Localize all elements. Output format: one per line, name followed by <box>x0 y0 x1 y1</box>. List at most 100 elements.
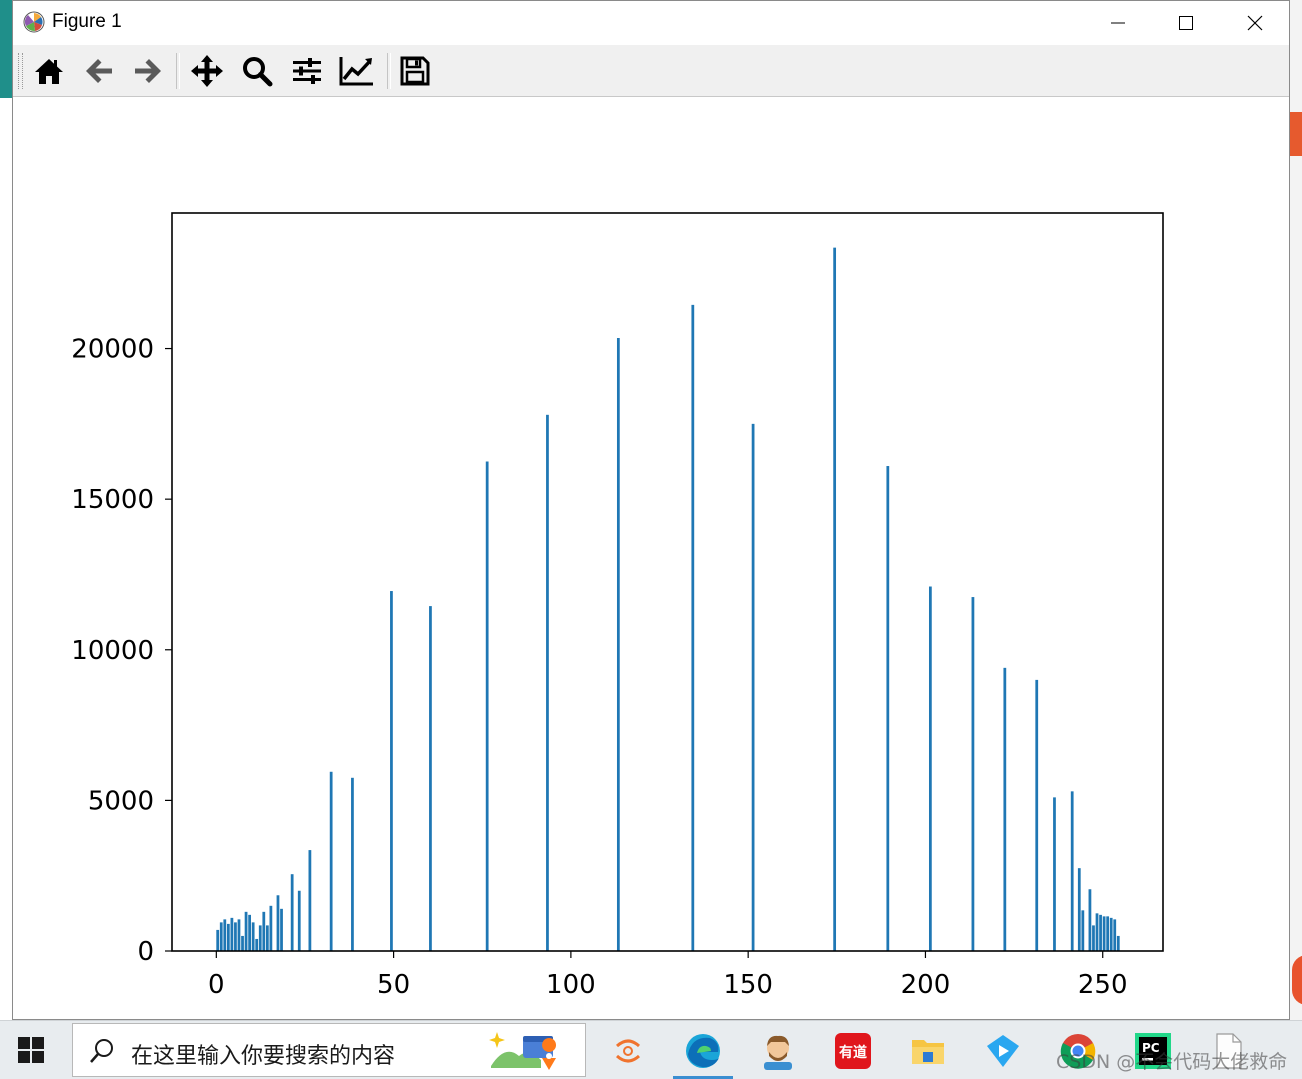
histogram-bar <box>1099 914 1102 951</box>
histogram-bar <box>1106 916 1110 951</box>
x-tick-label: 100 <box>546 970 596 1000</box>
avatar-app-icon <box>764 1035 792 1070</box>
histogram-bar <box>255 938 259 951</box>
histogram-bar <box>1102 916 1106 951</box>
taskbar-edge[interactable] <box>681 1029 725 1073</box>
save-icon <box>400 56 430 86</box>
histogram-bar <box>230 917 234 951</box>
histogram-bar <box>276 895 280 951</box>
x-tick-label: 0 <box>208 970 225 1000</box>
histogram-bar <box>226 923 230 951</box>
forward-arrow-icon <box>135 59 161 83</box>
taskbar-youdao[interactable]: 有道 <box>831 1029 875 1073</box>
video-app-icon <box>987 1035 1019 1067</box>
histogram-bar <box>1116 935 1120 951</box>
title-bar[interactable]: Figure 1 <box>13 1 1289 45</box>
search-highlight-icon <box>489 1032 557 1070</box>
histogram-chart[interactable]: 0 50 100 150 200 250 0 5000 10000 15000 20000 <box>13 97 1289 1019</box>
app-orange-icon <box>615 1039 641 1063</box>
histogram-bar <box>1092 925 1095 951</box>
histogram-bar <box>429 606 432 951</box>
histogram-bar <box>833 247 837 952</box>
windows-logo-icon <box>18 1037 44 1063</box>
maximize-icon <box>1179 16 1193 30</box>
y-tick-label: 0 <box>137 937 154 967</box>
histogram-bar <box>1003 667 1007 951</box>
histogram-bar <box>234 922 237 951</box>
histogram-bar <box>1113 919 1117 951</box>
home-icon <box>35 59 63 84</box>
back-arrow-icon <box>86 59 112 83</box>
histogram-bar <box>351 777 354 951</box>
axes-frame <box>171 212 1164 952</box>
histogram-bar <box>1088 889 1092 951</box>
histogram-bar <box>616 338 620 951</box>
home-button[interactable] <box>29 51 69 91</box>
histogram-bar <box>244 911 248 951</box>
y-tick-label: 5000 <box>88 786 154 816</box>
toolbar-separator <box>176 53 180 89</box>
histogram-bar <box>241 935 244 951</box>
edit-axis-button[interactable] <box>337 51 377 91</box>
histogram-bar <box>390 591 393 951</box>
histogram-bar <box>1053 797 1056 951</box>
close-icon <box>1247 15 1263 31</box>
figure-canvas[interactable]: 0 50 100 150 200 250 0 5000 10000 15000 20000 <box>13 97 1289 1019</box>
edit-axis-icon <box>339 57 373 86</box>
pan-icon <box>191 55 223 87</box>
configure-subplots-button[interactable] <box>287 51 327 91</box>
histogram-bar <box>262 911 266 951</box>
search-icon <box>90 1039 113 1063</box>
save-button[interactable] <box>395 51 435 91</box>
histogram-bar <box>546 414 549 951</box>
x-tick-label: 200 <box>901 970 951 1000</box>
x-tick-label: 250 <box>1078 970 1128 1000</box>
histogram-bar <box>280 908 283 951</box>
histogram-bar <box>258 925 262 951</box>
histogram-bar <box>1070 791 1074 951</box>
x-tick-label: 50 <box>377 970 410 1000</box>
svg-text:有道: 有道 <box>839 1044 867 1061</box>
y-tick-label: 10000 <box>71 636 154 666</box>
matplotlib-logo-icon <box>23 11 45 33</box>
minimize-button[interactable] <box>1084 1 1152 45</box>
histogram-bar <box>1035 679 1039 951</box>
background-app-right <box>1289 0 1302 1020</box>
watermark-text: CSDN @不会代码大佬救命 <box>1056 1051 1288 1073</box>
histogram-bar <box>290 874 294 951</box>
histogram-bar <box>971 597 975 951</box>
histogram-bar <box>691 304 695 951</box>
histogram-bar <box>329 771 333 951</box>
histogram-bar <box>928 586 932 951</box>
youdao-icon: 有道 <box>835 1033 871 1069</box>
navigation-toolbar <box>13 45 1289 97</box>
close-button[interactable] <box>1221 1 1289 45</box>
taskbar-app-orange[interactable] <box>606 1029 650 1073</box>
histogram-bar <box>886 466 890 951</box>
histogram-bar <box>265 925 269 951</box>
histogram-bar <box>485 461 489 951</box>
taskbar-video-app[interactable] <box>981 1029 1025 1073</box>
figure-window: Figure 1 0 50 100 150 200 250 0 5000 100… <box>12 0 1290 1020</box>
histogram-bar <box>251 922 255 951</box>
start-button[interactable] <box>18 1037 44 1067</box>
histogram-bar <box>1081 910 1085 951</box>
toolbar-separator <box>387 53 391 89</box>
histogram-bar <box>219 922 223 951</box>
histogram-bar <box>248 914 251 951</box>
edge-icon <box>686 1034 720 1068</box>
pan-button[interactable] <box>187 51 227 91</box>
maximize-button[interactable] <box>1152 1 1220 45</box>
taskbar-search-box[interactable]: 在这里输入你要搜索的内容 <box>72 1023 586 1077</box>
back-button[interactable] <box>79 51 119 91</box>
taskbar-file-explorer[interactable] <box>906 1029 950 1073</box>
histogram-bar <box>269 905 273 951</box>
zoom-button[interactable] <box>237 51 277 91</box>
toolbar-grip[interactable] <box>18 53 23 89</box>
taskbar-avatar-app[interactable] <box>756 1029 800 1073</box>
histogram-bar <box>1077 868 1081 951</box>
forward-button[interactable] <box>128 51 168 91</box>
histogram-bar <box>216 929 220 951</box>
histogram-bar <box>223 919 227 951</box>
y-tick-label: 20000 <box>71 335 154 365</box>
